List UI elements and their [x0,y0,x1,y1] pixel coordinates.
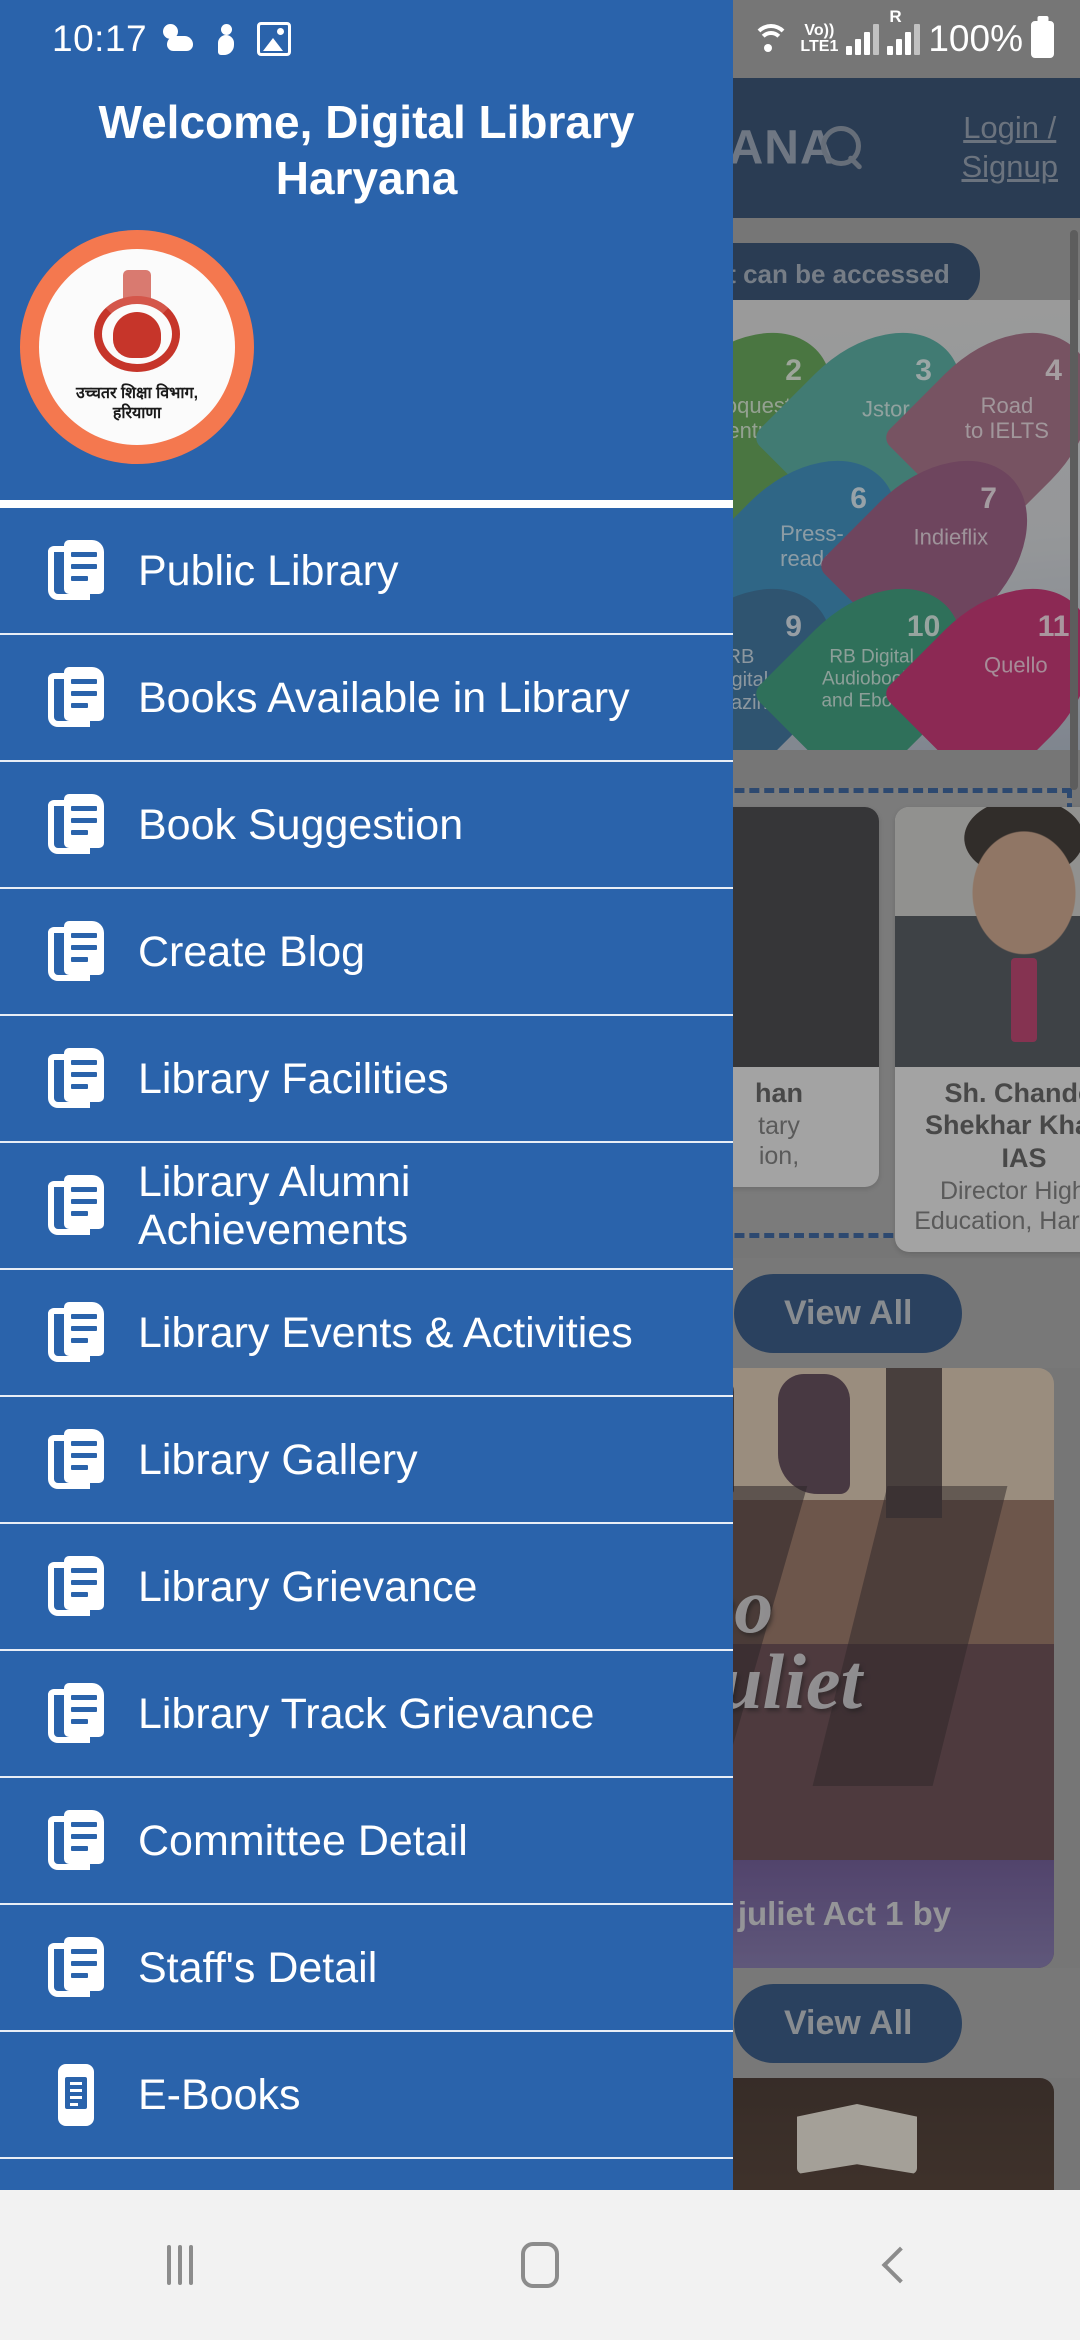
sidebar-item-label: Books Available in Library [138,673,630,722]
recents-icon [167,2245,193,2285]
signal-bars-icon [846,23,880,55]
official-role: Director Higher Education, Haryana [914,1177,1080,1236]
roaming-label: R [889,7,902,26]
sidebar-item-label: Library Facilities [138,1054,449,1103]
drawer-header-divider [0,500,733,509]
ebook-device-icon [48,2063,104,2126]
library-books-icon [48,539,104,602]
resource-tile-label: Quello [984,652,1048,678]
status-bar-right: Vo)) LTE1 R 100% [733,0,1080,78]
image-icon [257,22,292,56]
drawer-title: Welcome, Digital Library Haryana [98,96,635,205]
sidebar-item-library-events-activities[interactable]: Library Events & Activities [0,1270,733,1398]
battery-percent-label: 100% [928,18,1023,59]
sidebar-item-library-track-grievance[interactable]: Library Track Grievance [0,1651,733,1779]
library-books-icon [48,1428,104,1491]
sidebar-item-library-gallery[interactable]: Library Gallery [0,1397,733,1525]
sidebar-item-label: Library Events & Activities [138,1308,633,1357]
sidebar-item-label: Staff's Detail [138,1943,378,1992]
library-books-icon [48,1174,104,1237]
resource-tile-number: 7 [980,482,997,516]
sidebar-item-label: Public Library [138,546,399,595]
home-icon [521,2242,559,2288]
login-signup-link[interactable]: Login / Signup [961,109,1058,187]
library-books-icon [48,1682,104,1745]
sidebar-item-committee-detail[interactable]: Committee Detail [0,1778,733,1906]
resource-tile-number: 6 [850,482,867,516]
sidebar-item-create-blog[interactable]: Create Blog [0,889,733,1017]
library-books-icon [48,793,104,856]
library-books-icon [48,920,104,983]
sidebar-item-library-grievance[interactable]: Library Grievance [0,1524,733,1652]
sidebar-item-label: Library Track Grievance [138,1689,595,1738]
sidebar-item-label: Committee Detail [138,1816,468,1865]
sidebar-item-books-available-in-library[interactable]: Books Available in Library [0,635,733,763]
library-books-icon [48,666,104,729]
library-books-icon [48,1809,104,1872]
state-emblem-icon [81,270,193,382]
official-name: Sh. Chander Shekhar Khare, IAS [924,1078,1080,1173]
status-bar-clock: 10:17 [52,18,148,59]
avatar[interactable]: उच्चतर शिक्षा विभाग, हरियाणा [20,230,254,465]
status-bar-left: 10:17 [0,0,733,78]
official-photo [895,807,1080,1067]
sidebar-item-label: Book Suggestion [138,800,464,849]
emblem-caption: उच्चतर शिक्षा विभाग, हरियाणा [75,385,199,423]
person-walking-icon [209,22,243,56]
resource-tile-number: 11 [1037,610,1070,644]
official-card[interactable]: Sh. Chander Shekhar Khare, IAS Director … [895,807,1080,1253]
cover-figure [778,1374,850,1494]
library-books-icon [48,1555,104,1618]
search-icon[interactable] [819,124,867,172]
sidebar-item-public-library[interactable]: Public Library [0,508,733,636]
sidebar-item-staffs-detail[interactable]: Staff's Detail [0,1905,733,2033]
resource-tile-label: Road to IELTS [964,392,1049,444]
recents-button[interactable] [70,2190,290,2340]
sidebar-item-library-alumni-achievements[interactable]: Library Alumni Achievements [0,1143,733,1271]
sidebar-item-label: Library Alumni Achievements [138,1157,411,1254]
navigation-drawer: Welcome, Digital Library Haryana उच्चतर … [0,0,733,2190]
drawer-menu-list: Public Library Books Available in Librar… [0,508,733,2190]
sidebar-item-label: Library Gallery [138,1435,418,1484]
sidebar-item-label: Create Blog [138,927,366,976]
weather-icon [161,22,195,56]
back-icon [881,2246,919,2284]
back-button[interactable] [790,2190,1010,2340]
sidebar-item-e-books[interactable]: E-Books [0,2032,733,2160]
sidebar-item-label: E-Books [138,2070,301,2119]
roaming-signal-icon: R [887,7,921,55]
sidebar-item-library-facilities[interactable]: Library Facilities [0,1016,733,1144]
phone-screen: YANA Login / Signup y resources that can… [0,0,1080,2340]
volte-label: Vo)) LTE1 [800,22,839,55]
resource-tile-label: Indieflix [913,524,989,550]
resource-tile-number: 2 [785,354,802,388]
sidebar-item-label: Library Grievance [138,1562,478,1611]
view-all-officials-button[interactable]: View All [733,1273,963,1353]
android-navigation-bar [0,2190,1080,2340]
wifi-icon [750,22,792,56]
resource-tile-number: 9 [785,610,802,644]
resource-tile-number: 3 [915,354,932,388]
home-button[interactable] [430,2190,650,2340]
battery-full-icon [1031,20,1054,58]
haryana-higher-education-emblem-icon: उच्चतर शिक्षा विभाग, हरियाणा [39,249,235,446]
library-books-icon [48,1301,104,1364]
page-scrollbar[interactable] [1070,230,1078,790]
resource-tile-number: 4 [1045,354,1062,388]
library-books-icon [48,1047,104,1110]
view-all-books-button[interactable]: View All [733,1983,963,2063]
resources-infographic: 2 Proquest Central 3 Jstor 4 Road to IEL… [690,300,1080,750]
library-books-icon [48,1936,104,1999]
sidebar-item-book-suggestion[interactable]: Book Suggestion [0,762,733,890]
